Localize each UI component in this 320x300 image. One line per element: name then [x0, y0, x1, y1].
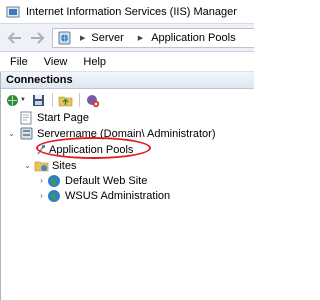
collapse-arrow-icon[interactable]: ⌄	[23, 161, 32, 170]
breadcrumb-separator-icon: ▶	[80, 35, 86, 42]
start-page-icon	[19, 111, 34, 125]
expand-arrow-icon[interactable]: ›	[37, 176, 46, 185]
title-bar: Internet Information Services (IIS) Mana…	[0, 0, 254, 24]
iis-app-icon	[6, 5, 20, 19]
connections-header: Connections	[1, 72, 254, 89]
breadcrumb-server[interactable]: Server	[91, 32, 123, 44]
save-icon	[33, 94, 45, 106]
collapse-arrow-icon[interactable]: ⌄	[7, 129, 16, 138]
breadcrumb-separator-icon: ▶	[137, 35, 144, 42]
menu-help[interactable]: Help	[75, 56, 114, 68]
iis-server-icon	[57, 31, 72, 45]
tree-item-label: WSUS Administration	[65, 190, 171, 202]
globe-icon	[47, 189, 62, 203]
tree-item-label: Start Page	[37, 112, 89, 124]
connections-panel: Connections ▼ Start Page ⌄ Servername (D…	[0, 72, 254, 300]
sites-folder-icon	[34, 159, 49, 173]
connect-button[interactable]	[4, 92, 20, 108]
tree-item-label: Default Web Site	[65, 175, 148, 187]
expand-arrow-icon[interactable]: ›	[37, 191, 46, 200]
disconnect-button[interactable]	[85, 92, 101, 108]
server-icon	[19, 127, 34, 141]
forward-arrow-icon	[31, 31, 45, 44]
menu-view[interactable]: View	[36, 56, 76, 68]
toolbar-divider	[78, 93, 80, 107]
disconnect-icon	[87, 94, 100, 107]
menu-bar: File View Help	[0, 52, 254, 72]
tree-item-wsus-administration[interactable]: WSUS Administration	[47, 189, 170, 203]
save-button[interactable]	[31, 92, 47, 108]
breadcrumb-application-pools[interactable]: Application Pools	[151, 32, 235, 44]
forward-button[interactable]	[26, 29, 48, 47]
tree-item-start-page[interactable]: Start Page	[19, 111, 89, 125]
breadcrumb[interactable]: ▶ Server ▶ Application Pools	[52, 28, 254, 48]
chevron-down-icon[interactable]: ▼	[20, 97, 26, 103]
up-folder-icon	[59, 96, 73, 106]
tree-item-label: Sites	[52, 160, 77, 172]
globe-icon	[47, 174, 62, 188]
connect-icon	[6, 94, 18, 106]
connections-toolbar: ▼	[1, 89, 254, 111]
annotation-ellipse	[36, 137, 151, 159]
back-arrow-icon	[7, 31, 21, 44]
up-folder-button[interactable]	[58, 92, 74, 108]
toolbar-divider	[51, 93, 53, 107]
address-bar: ▶ Server ▶ Application Pools	[0, 24, 254, 52]
tree-item-default-web-site[interactable]: Default Web Site	[47, 174, 147, 188]
back-button[interactable]	[4, 29, 26, 47]
tree-item-sites[interactable]: Sites	[34, 159, 76, 173]
menu-file[interactable]: File	[2, 56, 36, 68]
window-title: Internet Information Services (IIS) Mana…	[26, 5, 237, 18]
